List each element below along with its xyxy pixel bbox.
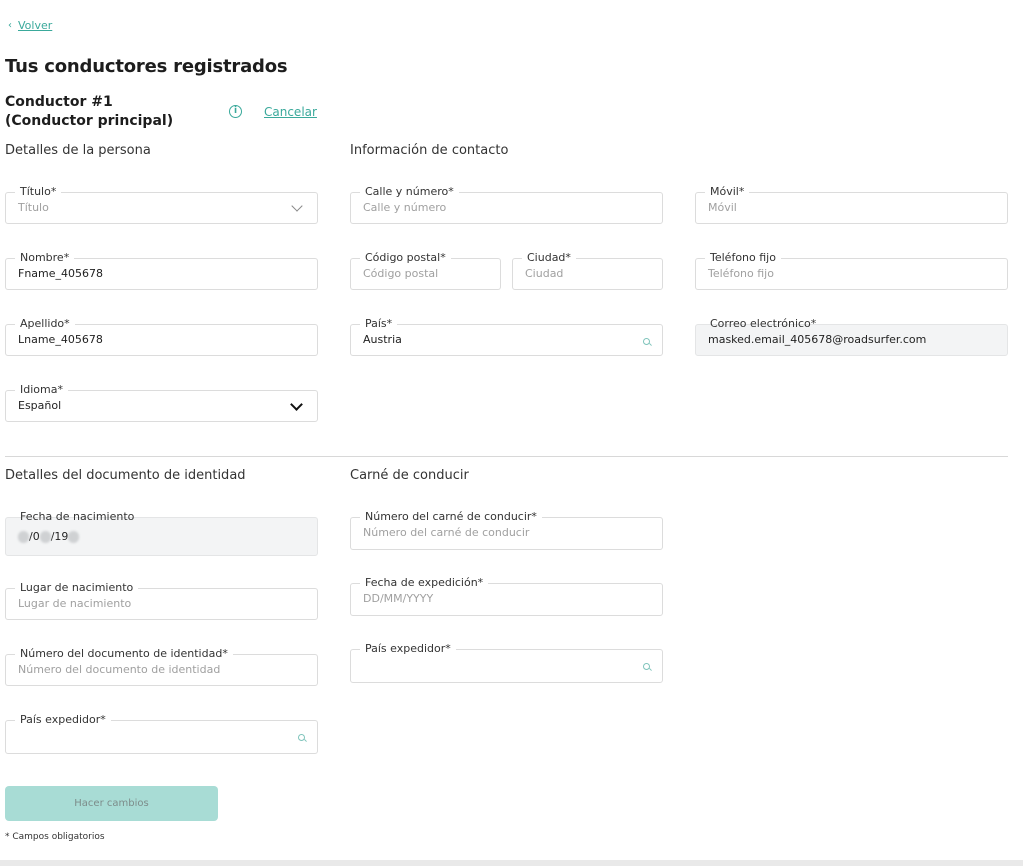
id-country-field[interactable]: País expedidor*: [5, 713, 318, 754]
section-divider: [5, 456, 1008, 457]
postal-code-placeholder: Código postal: [363, 267, 439, 280]
language-label: Idioma*: [15, 383, 68, 397]
search-icon: [643, 663, 650, 670]
landline-label: Teléfono fijo: [705, 251, 781, 265]
postal-code-field[interactable]: Código postal* Código postal: [350, 251, 501, 290]
license-number-field[interactable]: Número del carné de conducir* Número del…: [350, 510, 663, 550]
birth-date-value: /0/19: [18, 530, 80, 543]
birth-place-label: Lugar de nacimiento: [15, 581, 139, 595]
page-title: Tus conductores registrados: [5, 56, 288, 77]
bottom-bar: [0, 860, 1023, 866]
license-number-label: Número del carné de conducir*: [360, 510, 542, 524]
section-identity: Detalles del documento de identidad: [5, 468, 246, 483]
email-value: masked.email_405678@roadsurfer.com: [708, 333, 927, 346]
mobile-placeholder: Móvil: [708, 201, 737, 214]
city-placeholder: Ciudad: [525, 267, 564, 280]
postal-code-label: Código postal*: [360, 251, 451, 265]
birth-date-label: Fecha de nacimiento: [20, 510, 135, 523]
last-name-label: Apellido*: [15, 317, 75, 331]
back-link[interactable]: ‹ Volver: [8, 19, 52, 32]
country-label: País*: [360, 317, 398, 331]
birth-place-placeholder: Lugar de nacimiento: [18, 597, 132, 610]
language-value: Español: [18, 399, 62, 412]
birth-place-field[interactable]: Lugar de nacimiento Lugar de nacimiento: [5, 581, 318, 620]
issue-date-placeholder: DD/MM/YYYY: [363, 592, 434, 605]
id-number-field[interactable]: Número del documento de identidad* Númer…: [5, 647, 318, 686]
title-label: Título*: [15, 185, 62, 199]
id-number-label: Número del documento de identidad*: [15, 647, 233, 661]
section-license: Carné de conducir: [350, 468, 469, 483]
last-name-field[interactable]: Apellido* Lname_405678: [5, 317, 318, 356]
title-placeholder: Título: [18, 201, 49, 214]
birth-date-field: Fecha de nacimiento /0/19: [5, 510, 318, 556]
cancel-link[interactable]: Cancelar: [264, 105, 317, 119]
masked-digits: [68, 531, 80, 543]
section-contact: Información de contacto: [350, 143, 509, 158]
street-field[interactable]: Calle y número* Calle y número: [350, 185, 663, 224]
email-label: Correo electrónico*: [710, 317, 817, 330]
license-country-field[interactable]: País expedidor*: [350, 642, 663, 683]
mobile-label: Móvil*: [705, 185, 750, 199]
id-country-label: País expedidor*: [15, 713, 111, 727]
first-name-field[interactable]: Nombre* Fname_405678: [5, 251, 318, 290]
country-field[interactable]: País* Austria: [350, 317, 663, 356]
title-select[interactable]: Título* Título: [5, 185, 318, 224]
city-label: Ciudad*: [522, 251, 576, 265]
info-icon[interactable]: i: [229, 105, 242, 118]
license-number-placeholder: Número del carné de conducir: [363, 526, 530, 539]
chevron-down-icon: [291, 200, 303, 212]
chevron-left-icon: ‹: [8, 20, 12, 31]
language-select[interactable]: Idioma* Español: [5, 383, 318, 422]
street-placeholder: Calle y número: [363, 201, 447, 214]
mobile-field[interactable]: Móvil* Móvil: [695, 185, 1008, 224]
back-label: Volver: [18, 19, 53, 32]
id-number-placeholder: Número del documento de identidad: [18, 663, 221, 676]
required-fields-note: * Campos obligatorios: [5, 832, 105, 842]
masked-digits: [18, 531, 29, 543]
city-field[interactable]: Ciudad* Ciudad: [512, 251, 663, 290]
issue-date-field[interactable]: Fecha de expedición* DD/MM/YYYY: [350, 576, 663, 616]
issue-date-label: Fecha de expedición*: [360, 576, 489, 590]
landline-placeholder: Teléfono fijo: [708, 267, 774, 280]
search-icon: [643, 338, 650, 345]
chevron-down-icon: [290, 398, 303, 411]
driver-heading: Conductor #1 (Conductor principal): [5, 94, 174, 129]
email-field: Correo electrónico* masked.email_405678@…: [695, 317, 1008, 356]
country-value: Austria: [363, 333, 402, 346]
license-country-label: País expedidor*: [360, 642, 456, 656]
last-name-value: Lname_405678: [18, 333, 103, 346]
section-personal: Detalles de la persona: [5, 143, 151, 158]
landline-field[interactable]: Teléfono fijo Teléfono fijo: [695, 251, 1008, 290]
save-changes-button[interactable]: Hacer cambios: [5, 786, 218, 821]
search-icon: [298, 734, 305, 741]
first-name-label: Nombre*: [15, 251, 75, 265]
first-name-value: Fname_405678: [18, 267, 104, 280]
masked-digits: [39, 531, 51, 543]
street-label: Calle y número*: [360, 185, 459, 199]
